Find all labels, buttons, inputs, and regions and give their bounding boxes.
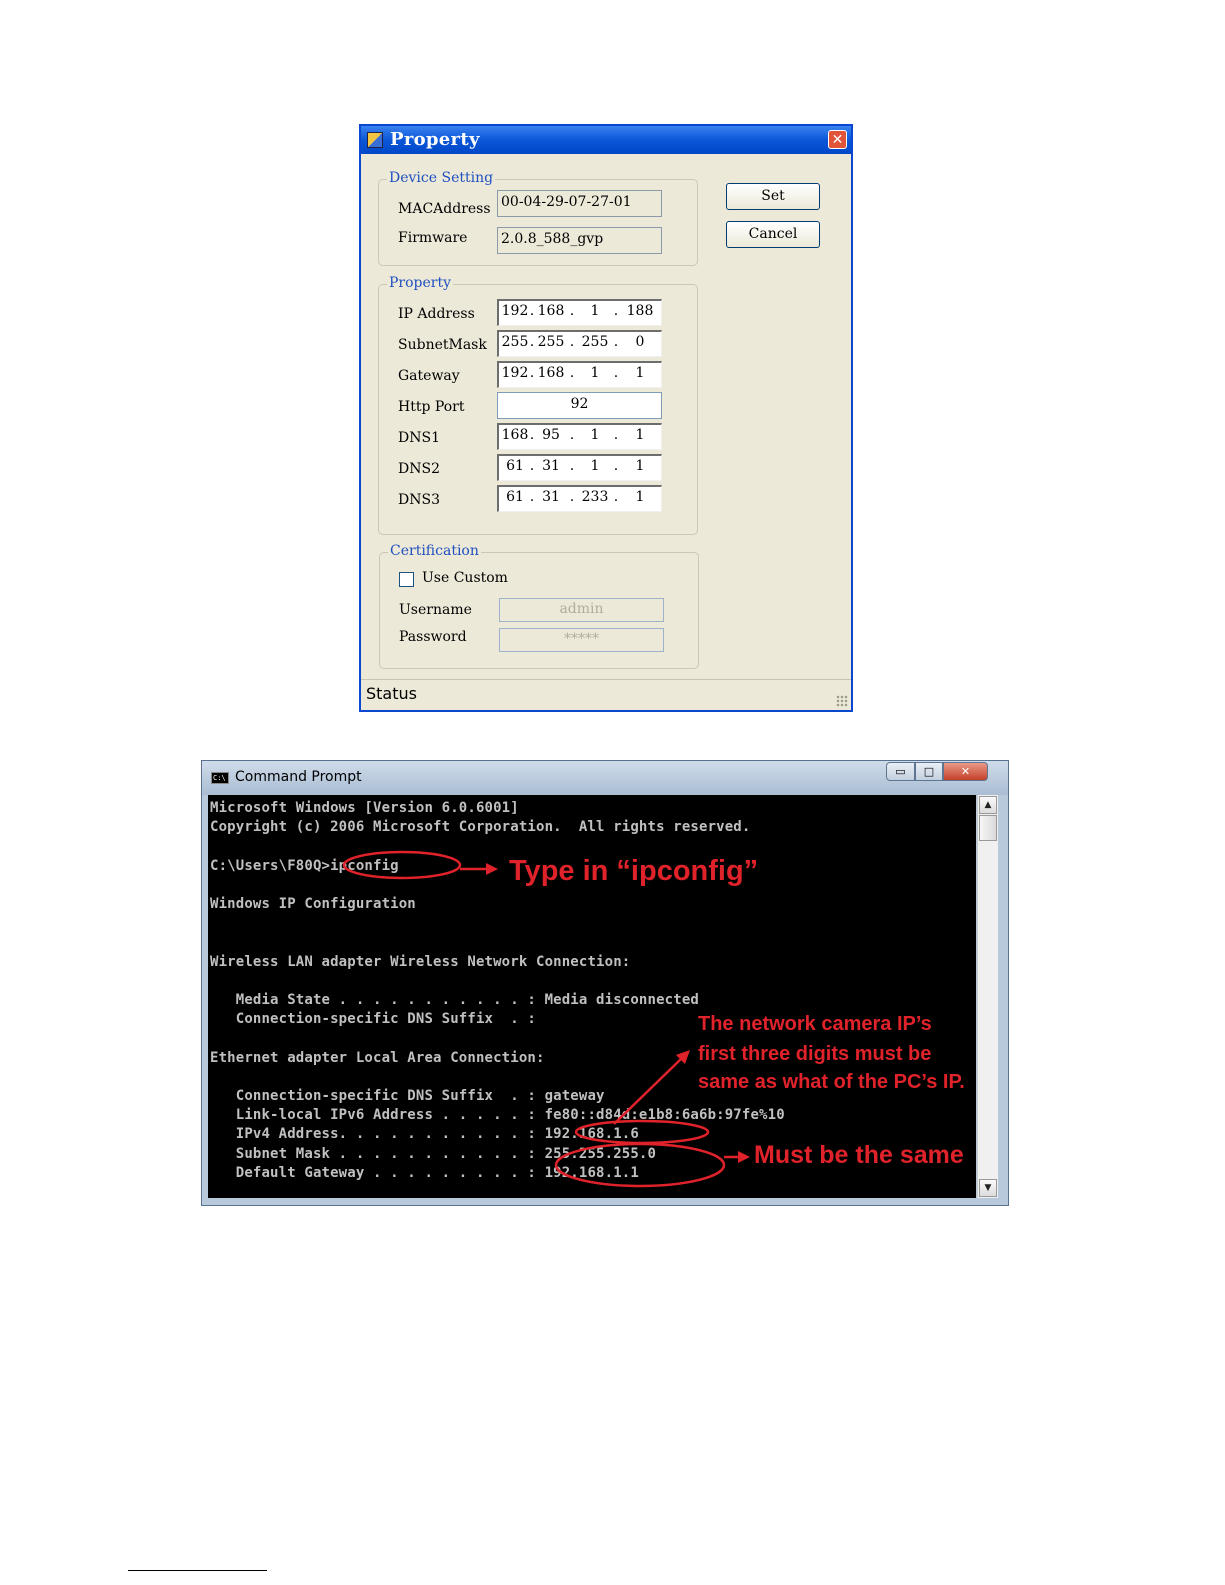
ip-dot: . xyxy=(529,365,535,381)
ip-octet-3: 1 xyxy=(590,303,600,319)
use-custom-checkbox[interactable] xyxy=(399,572,414,587)
footnote-divider xyxy=(128,1570,267,1571)
username-field[interactable]: admin xyxy=(499,598,664,622)
scroll-up-icon[interactable]: ▲ xyxy=(979,796,997,814)
gateway-octet-1: 192 xyxy=(501,365,529,381)
ip-dot: . xyxy=(529,303,535,319)
subnet-octet-4: 0 xyxy=(635,334,645,350)
subnet-field[interactable]: 255. 255. 255. 0 xyxy=(497,330,662,357)
property-title-bar[interactable]: Property ✕ xyxy=(361,126,851,154)
property-legend: Property xyxy=(387,275,454,291)
close-icon[interactable]: ✕ xyxy=(828,130,847,149)
property-dialog: Property ✕ Device Setting MACAddress 00-… xyxy=(359,124,853,712)
firmware-label: Firmware xyxy=(398,230,468,246)
ip-dot: . xyxy=(613,303,619,319)
firmware-value: 2.0.8_588_gvp xyxy=(501,231,604,247)
ip-dot: . xyxy=(529,489,535,505)
ip-octet-1: 192 xyxy=(501,303,529,319)
dns1-octet-1: 168 xyxy=(501,427,529,443)
ip-dot: . xyxy=(569,489,575,505)
command-prompt-window: C:\ Command Prompt ▭ □ ✕ Microsoft Windo… xyxy=(201,760,1009,1206)
dns2-octet-3: 1 xyxy=(590,458,600,474)
ip-dot: . xyxy=(613,458,619,474)
ip-dot: . xyxy=(569,334,575,350)
dns1-field[interactable]: 168. 95. 1. 1 xyxy=(497,423,662,450)
property-title: Property xyxy=(390,129,480,150)
ip-dot: . xyxy=(613,427,619,443)
mac-label: MACAddress xyxy=(398,201,491,217)
cancel-button[interactable]: Cancel xyxy=(726,221,820,248)
device-setting-legend: Device Setting xyxy=(387,170,496,186)
ip-dot: . xyxy=(569,365,575,381)
gateway-octet-4: 1 xyxy=(635,365,645,381)
set-button[interactable]: Set xyxy=(726,183,820,210)
password-field[interactable]: ***** xyxy=(499,628,664,652)
dns1-label: DNS1 xyxy=(398,430,440,446)
ip-address-label: IP Address xyxy=(398,306,475,322)
use-custom-label[interactable]: Use Custom xyxy=(422,570,508,586)
subnet-octet-3: 255 xyxy=(581,334,609,350)
dns1-octet-4: 1 xyxy=(635,427,645,443)
ip-dot: . xyxy=(529,427,535,443)
ip-dot: . xyxy=(529,458,535,474)
must-be-same-annotation: Must be the same xyxy=(754,1141,964,1169)
gateway-label: Gateway xyxy=(398,368,460,384)
minimize-icon[interactable]: ▭ xyxy=(886,762,915,781)
camera-ip-annotation-line2: first three digits must be xyxy=(698,1043,932,1065)
status-bar: Status xyxy=(361,679,851,710)
subnet-label: SubnetMask xyxy=(398,337,487,353)
scrollbar[interactable]: ▲ ▼ xyxy=(977,795,998,1198)
dns1-octet-2: 95 xyxy=(542,427,560,443)
maximize-icon[interactable]: □ xyxy=(915,762,943,781)
dns3-octet-2: 31 xyxy=(542,489,560,505)
ip-octet-4: 188 xyxy=(626,303,654,319)
dns3-octet-1: 61 xyxy=(506,489,524,505)
dns3-octet-3: 233 xyxy=(581,489,609,505)
certification-legend: Certification xyxy=(388,543,481,559)
mac-value: 00-04-29-07-27-01 xyxy=(501,194,632,210)
dns2-octet-1: 61 xyxy=(506,458,524,474)
http-port-field[interactable]: 92 xyxy=(497,392,662,419)
firmware-field[interactable]: 2.0.8_588_gvp xyxy=(497,227,662,254)
dns3-octet-4: 1 xyxy=(635,489,645,505)
subnet-octet-2: 255 xyxy=(537,334,565,350)
dns2-label: DNS2 xyxy=(398,461,440,477)
subnet-octet-1: 255 xyxy=(501,334,529,350)
password-label: Password xyxy=(399,629,467,645)
camera-ip-annotation-line3: same as what of the PC’s IP. xyxy=(698,1071,965,1093)
cmd-app-icon: C:\ xyxy=(211,772,229,784)
http-port-label: Http Port xyxy=(398,399,465,415)
dns1-octet-3: 1 xyxy=(590,427,600,443)
mac-field[interactable]: 00-04-29-07-27-01 xyxy=(497,190,662,217)
app-icon xyxy=(367,132,383,148)
dns2-field[interactable]: 61. 31. 1. 1 xyxy=(497,454,662,481)
ip-dot: . xyxy=(613,365,619,381)
dns3-label: DNS3 xyxy=(398,492,440,508)
status-text: Status xyxy=(366,684,417,703)
username-label: Username xyxy=(399,602,472,618)
cmd-title-bar[interactable]: C:\ Command Prompt ▭ □ ✕ xyxy=(202,761,1008,795)
scroll-down-icon[interactable]: ▼ xyxy=(979,1179,997,1197)
ip-dot: . xyxy=(613,489,619,505)
gateway-octet-3: 1 xyxy=(590,365,600,381)
ip-dot: . xyxy=(569,303,575,319)
scroll-thumb[interactable] xyxy=(979,815,997,841)
gateway-field[interactable]: 192. 168. 1. 1 xyxy=(497,361,662,388)
ip-address-field[interactable]: 192. 168. 1. 188 xyxy=(497,299,662,326)
cmd-title: Command Prompt xyxy=(235,769,362,785)
ip-dot: . xyxy=(613,334,619,350)
camera-ip-annotation-line1: The network camera IP’s xyxy=(698,1013,932,1035)
close-icon[interactable]: ✕ xyxy=(943,762,988,781)
dns3-field[interactable]: 61. 31. 233. 1 xyxy=(497,485,662,512)
gateway-octet-2: 168 xyxy=(537,365,565,381)
ip-dot: . xyxy=(529,334,535,350)
dns2-octet-4: 1 xyxy=(635,458,645,474)
resize-grip-icon[interactable] xyxy=(836,695,848,707)
ip-dot: . xyxy=(569,458,575,474)
ip-octet-2: 168 xyxy=(537,303,565,319)
ip-dot: . xyxy=(569,427,575,443)
type-in-annotation: Type in “ipconfig” xyxy=(509,855,759,887)
dns2-octet-2: 31 xyxy=(542,458,560,474)
